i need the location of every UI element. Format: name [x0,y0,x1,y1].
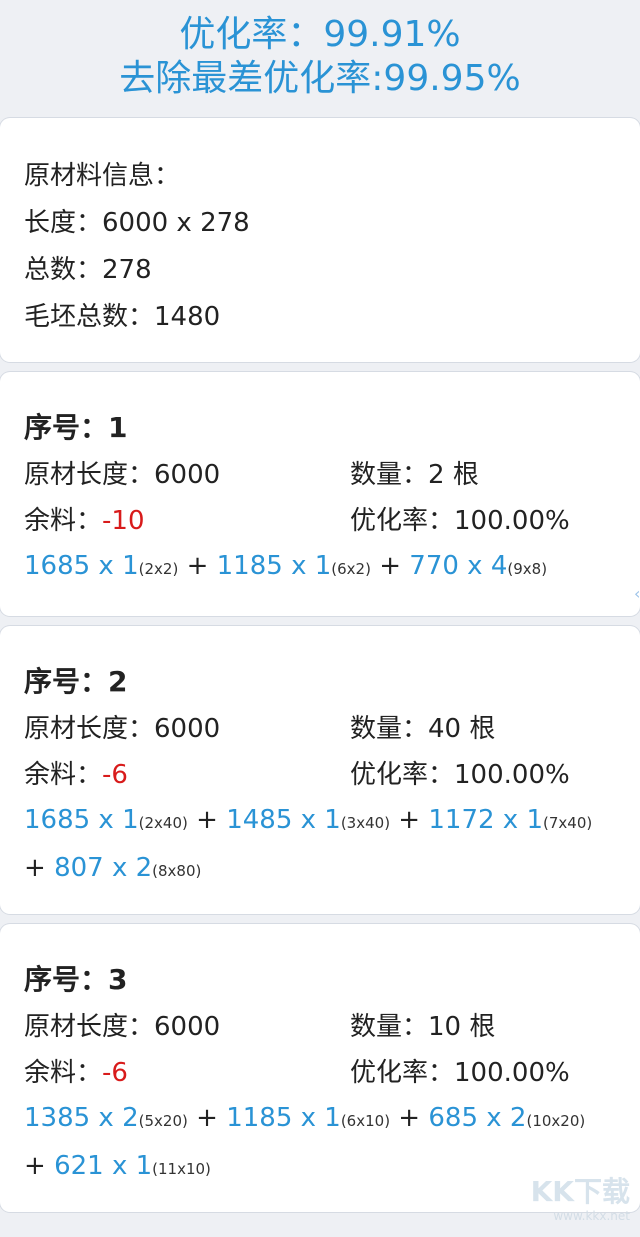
material-info-title: 原材料信息： [24,161,181,191]
piece-term: 1685 x 1 [24,805,139,835]
group-seq: 序号：1 [24,411,128,444]
piece-sub: (2x2) [138,560,179,578]
piece-sub: (8x80) [152,862,202,880]
rate-label: 优化率： [350,1058,455,1088]
plus-sign: + [178,551,217,581]
remain-value: -6 [102,1058,128,1088]
rate-value: 100.00% [454,1058,570,1088]
piece-term: 621 x 1 [54,1151,153,1181]
group-seq: 序号：3 [24,963,128,996]
cut-group-card[interactable]: 序号：3 原材长度：6000 数量：10 根 余料：-6 优化率：100.00%… [0,924,640,1212]
group-row-length-qty: 原材长度：6000 数量：10 根 [24,1004,616,1050]
piece-term: 1185 x 1 [216,551,332,581]
group-row-remain-rate: 余料：-6 优化率：100.00% [24,752,616,798]
group-seq: 序号：2 [24,665,128,698]
material-total: 总数：278 [24,255,152,285]
piece-sub: (11x10) [152,1160,211,1178]
piece-term: 770 x 4 [409,551,508,581]
length-label: 原材长度： [24,714,155,744]
plus-sign: + [390,1103,429,1133]
rate-label: 优化率： [350,760,455,790]
piece-sub: (10x20) [526,1112,586,1130]
piece-term: 807 x 2 [54,853,153,883]
piece-term: 1185 x 1 [226,1103,341,1133]
plus-sign: + [187,1103,227,1133]
qty-label: 数量： [350,460,429,490]
plus-sign: + [24,1151,55,1181]
material-blank-total: 毛坯总数：1480 [24,302,221,332]
plus-sign: + [24,853,55,883]
qty-value: 40 根 [428,714,496,744]
length-label: 原材长度： [24,1012,155,1042]
optimization-rate-excluding-worst: 去除最差优化率:99.95% [119,58,521,99]
cut-formula: 1685 x 1(2x40) + 1485 x 1(3x40) + 1172 x… [24,798,616,894]
remain-label: 余料： [24,1058,103,1088]
length-value: 6000 [154,1012,221,1042]
piece-term: 1485 x 1 [226,805,341,835]
summary-header: 优化率：99.91% 去除最差优化率:99.95% [0,0,640,118]
remain-value: -10 [102,506,145,536]
qty-label: 数量： [350,714,429,744]
watermark: KK下载 www.kkx.net [512,1175,630,1231]
side-drawer-handle-icon[interactable]: ‹ [634,580,640,608]
piece-sub: (6x10) [340,1112,391,1130]
watermark-url: www.kkx.net [553,1209,630,1223]
group-row-remain-rate: 余料：-6 优化率：100.00% [24,1050,616,1096]
plus-sign: + [390,805,429,835]
plus-sign: + [370,551,410,581]
piece-term: 1685 x 1 [24,551,139,581]
cut-group-card[interactable]: 序号：2 原材长度：6000 数量：40 根 余料：-6 优化率：100.00%… [0,626,640,914]
optimization-rate: 优化率：99.91% [179,14,461,55]
length-label: 原材长度： [24,460,155,490]
piece-sub: (7x40) [543,814,593,832]
group-row-length-qty: 原材长度：6000 数量：40 根 [24,706,616,752]
rate-label: 优化率： [350,506,455,536]
piece-sub: (3x40) [340,814,391,832]
piece-term: 1172 x 1 [428,805,544,835]
qty-value: 2 根 [428,460,479,490]
length-value: 6000 [154,460,221,490]
qty-label: 数量： [350,1012,429,1042]
material-info-card: 原材料信息： 长度：6000 x 278 总数：278 毛坯总数：1480 [0,118,640,362]
plus-sign: + [187,805,227,835]
piece-sub: (5x20) [138,1112,188,1130]
qty-value: 10 根 [428,1012,496,1042]
remain-value: -6 [102,760,128,790]
material-length: 长度：6000 x 278 [24,208,250,238]
remain-label: 余料： [24,506,103,536]
group-row-length-qty: 原材长度：6000 数量：2 根 [24,452,616,498]
remain-label: 余料： [24,760,103,790]
piece-term: 1385 x 2 [24,1103,139,1133]
length-value: 6000 [154,714,221,744]
piece-sub: (2x40) [138,814,188,832]
piece-term: 685 x 2 [428,1103,527,1133]
group-row-remain-rate: 余料：-10 优化率：100.00% [24,498,616,544]
cut-group-card[interactable]: 序号：1 原材长度：6000 数量：2 根 余料：-10 优化率：100.00%… [0,372,640,616]
rate-value: 100.00% [454,760,570,790]
piece-sub: (9x8) [507,560,548,578]
piece-sub: (6x2) [331,560,371,578]
rate-value: 100.00% [454,506,570,536]
watermark-brand: KK下载 [530,1175,630,1208]
cut-formula: 1685 x 1(2x2) + 1185 x 1(6x2) + 770 x 4(… [24,544,616,592]
